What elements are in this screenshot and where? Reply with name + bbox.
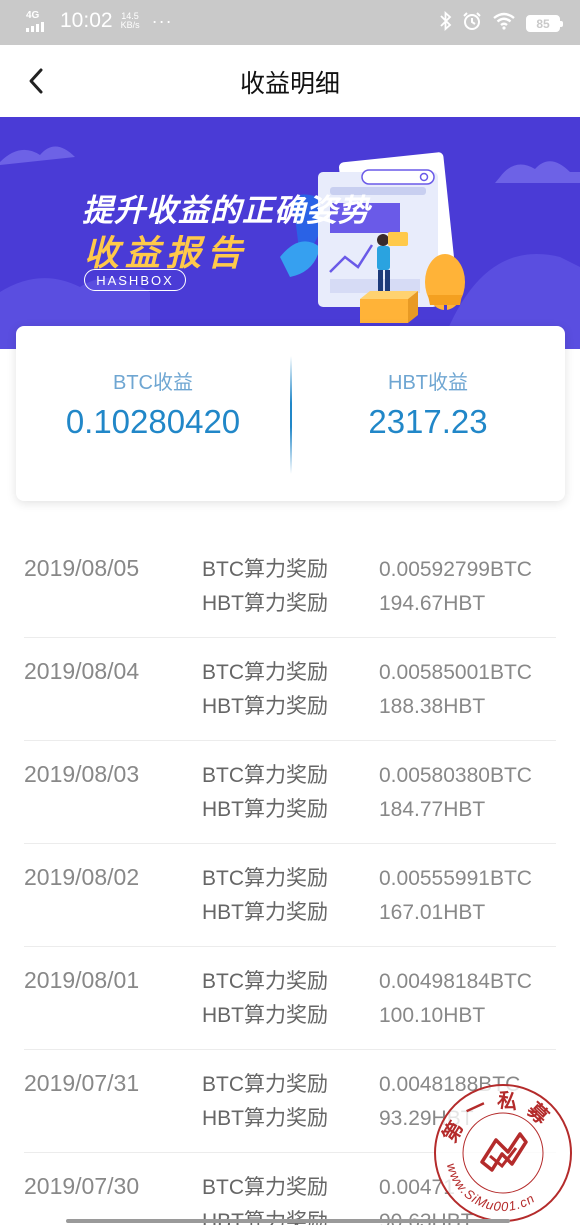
record-type-btc: BTC算力奖励: [202, 1176, 328, 1199]
btc-earnings-label: BTC收益: [113, 372, 193, 394]
record-type-btc: BTC算力奖励: [202, 970, 328, 993]
list-item[interactable]: 2019/08/01 BTC算力奖励 HBT算力奖励 0.00498184BTC…: [24, 947, 556, 1050]
record-date: 2019/08/03: [24, 761, 140, 787]
hbt-earnings: HBT收益 2317.23: [291, 366, 565, 441]
record-type-hbt: HBT算力奖励: [202, 695, 328, 718]
banner-brand-tag: HASHBOX: [84, 269, 186, 291]
record-amounts: 0.00585001BTC 188.38HBT: [379, 656, 532, 724]
record-amount-btc: 0.00592799BTC: [379, 558, 532, 581]
record-types: BTC算力奖励 HBT算力奖励: [202, 759, 328, 827]
signal-icon: 4G: [26, 9, 52, 32]
hbt-earnings-value: 2317.23: [368, 403, 488, 440]
hbt-earnings-label: HBT收益: [388, 372, 468, 394]
list-item[interactable]: 2019/08/05 BTC算力奖励 HBT算力奖励 0.00592799BTC…: [24, 535, 556, 638]
record-type-btc: BTC算力奖励: [202, 764, 328, 787]
speed-unit: KB/s: [120, 20, 140, 30]
record-types: BTC算力奖励 HBT算力奖励: [202, 1171, 328, 1225]
network-speed: 14.5 KB/s: [121, 12, 140, 30]
nav-bar: 收益明细: [0, 45, 580, 117]
list-item[interactable]: 2019/08/04 BTC算力奖励 HBT算力奖励 0.00585001BTC…: [24, 638, 556, 741]
record-date: 2019/07/31: [24, 1070, 140, 1096]
record-amount-hbt: 184.77HBT: [379, 798, 486, 821]
record-type-btc: BTC算力奖励: [202, 661, 328, 684]
battery-icon: 85: [526, 15, 563, 32]
status-bar: 4G 10:02 14.5 KB/s ··· 85: [0, 0, 580, 45]
record-amount-hbt: 167.01HBT: [379, 901, 486, 924]
record-amount-btc: 0.00580380BTC: [379, 764, 532, 787]
record-date: 2019/08/05: [24, 555, 140, 581]
record-type-btc: BTC算力奖励: [202, 867, 328, 890]
record-type-btc: BTC算力奖励: [202, 1073, 328, 1096]
network-type: 4G: [26, 9, 40, 21]
scroll-indicator: [66, 1219, 510, 1223]
record-amounts: 0.00580380BTC 184.77HBT: [379, 759, 532, 827]
record-types: BTC算力奖励 HBT算力奖励: [202, 656, 328, 724]
record-amounts: 0.00592799BTC 194.67HBT: [379, 553, 532, 621]
alarm-icon: [462, 11, 482, 36]
status-bar-right: 85: [440, 10, 563, 36]
record-amount-btc: 0.00555991BTC: [379, 867, 532, 890]
more-notifications: ···: [151, 10, 173, 31]
earnings-summary-card: BTC收益 0.10280420 HBT收益 2317.23: [16, 326, 565, 501]
page-title: 收益明细: [239, 70, 340, 98]
record-amount-hbt: 100.10HBT: [379, 1004, 486, 1027]
record-type-hbt: HBT算力奖励: [202, 1107, 328, 1130]
watermark-seal: 第一私募 www.SiMu001.cn: [432, 1082, 574, 1224]
record-date: 2019/08/01: [24, 967, 140, 993]
battery-level: 85: [536, 16, 550, 31]
record-amount-btc: 0.00585001BTC: [379, 661, 532, 684]
record-type-hbt: HBT算力奖励: [202, 798, 328, 821]
wifi-icon: [492, 12, 516, 35]
clock: 10:02: [60, 9, 113, 32]
banner-headline: 提升收益的正确姿势: [82, 193, 370, 228]
record-types: BTC算力奖励 HBT算力奖励: [202, 553, 328, 621]
record-type-hbt: HBT算力奖励: [202, 592, 328, 615]
btc-earnings: BTC收益 0.10280420: [16, 366, 290, 441]
record-amount-hbt: 194.67HBT: [379, 592, 486, 615]
record-date: 2019/08/04: [24, 658, 140, 684]
record-type-btc: BTC算力奖励: [202, 558, 328, 581]
record-type-hbt: HBT算力奖励: [202, 1004, 328, 1027]
record-date: 2019/08/02: [24, 864, 140, 890]
record-amount-hbt: 188.38HBT: [379, 695, 486, 718]
record-amount-btc: 0.00498184BTC: [379, 970, 532, 993]
promo-banner[interactable]: 提升收益的正确姿势 收益报告 HASHBOX: [0, 117, 580, 349]
record-types: BTC算力奖励 HBT算力奖励: [202, 965, 328, 1033]
record-types: BTC算力奖励 HBT算力奖励: [202, 862, 328, 930]
record-date: 2019/07/30: [24, 1173, 140, 1199]
record-amounts: 0.00498184BTC 100.10HBT: [379, 965, 532, 1033]
bluetooth-icon: [440, 10, 452, 36]
list-item[interactable]: 2019/08/03 BTC算力奖励 HBT算力奖励 0.00580380BTC…: [24, 741, 556, 844]
record-types: BTC算力奖励 HBT算力奖励: [202, 1068, 328, 1136]
list-item[interactable]: 2019/08/02 BTC算力奖励 HBT算力奖励 0.00555991BTC…: [24, 844, 556, 947]
btc-earnings-value: 0.10280420: [65, 403, 241, 440]
record-amounts: 0.00555991BTC 167.01HBT: [379, 862, 532, 930]
record-type-hbt: HBT算力奖励: [202, 901, 328, 924]
status-bar-left: 4G 10:02 14.5 KB/s ···: [26, 9, 173, 33]
